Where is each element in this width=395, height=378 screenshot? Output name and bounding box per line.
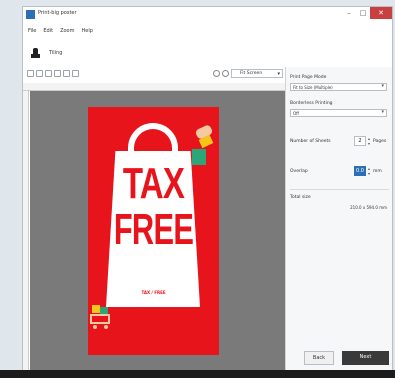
menu-edit[interactable]: Edit <box>43 25 53 37</box>
next-button[interactable]: Next <box>342 351 389 365</box>
taskbar-strip <box>0 370 395 378</box>
close-button[interactable]: ✕ <box>370 7 392 19</box>
rotate-icon[interactable] <box>45 69 52 77</box>
menu-bar: File Edit Zoom Help <box>23 25 100 37</box>
cart-wheel <box>104 325 108 329</box>
redo-icon[interactable] <box>36 69 43 77</box>
cart-box-yellow <box>92 305 100 313</box>
window-controls: – □ ✕ <box>342 7 392 21</box>
view-toolbar: Fit Screen <box>23 67 285 79</box>
menu-help[interactable]: Help <box>81 25 92 37</box>
maximize-button[interactable]: □ <box>356 7 370 19</box>
borderless-label: Borderless Printing <box>290 101 333 106</box>
settings-panel: Print Page Mode Fit to Size (Multiple) B… <box>285 67 392 377</box>
poster-text-tax: TAX <box>122 159 185 208</box>
total-size-value: 210.0 x 594.0 mm <box>350 205 387 210</box>
overlap-unit: mm <box>373 169 382 174</box>
app-window: Print-big poster – □ ✕ File Edit Zoom He… <box>22 6 393 378</box>
stamp-icon[interactable] <box>31 47 40 59</box>
reset-icon[interactable] <box>72 69 79 77</box>
overlap-spinner-arrows[interactable]: ▴ ▾ <box>367 166 371 176</box>
zoom-select[interactable]: Fit Screen <box>231 68 283 78</box>
ruler-horizontal <box>23 83 285 91</box>
title-bar: Print-big poster – □ ✕ <box>23 7 392 23</box>
flip-icon[interactable] <box>63 69 70 77</box>
panel-divider <box>290 189 389 190</box>
back-button[interactable]: Back <box>304 351 334 365</box>
menu-file[interactable]: File <box>28 25 36 37</box>
toolbar: Tiling <box>23 43 392 63</box>
poster-image[interactable]: TAX FREE TAX / FREE <box>88 107 219 355</box>
tiling-label: Tiling <box>49 50 63 56</box>
minimize-button[interactable]: – <box>342 7 356 19</box>
zoom-controls: Fit Screen <box>213 67 283 79</box>
borderless-select[interactable]: Off <box>290 109 387 117</box>
cart-basket <box>90 314 110 324</box>
cart-wheel <box>93 325 97 329</box>
app-icon <box>26 10 35 19</box>
preview-canvas[interactable]: TAX FREE TAX / FREE <box>30 91 285 377</box>
crop-icon[interactable] <box>54 69 61 77</box>
pages-unit: Pages <box>373 139 387 144</box>
page-mode-label: Print Page Mode <box>290 75 327 80</box>
poster-text-free: FREE <box>113 205 194 254</box>
zoom-in-icon[interactable] <box>222 69 229 77</box>
total-size-label: Total size <box>290 195 311 200</box>
poster-small-text: TAX / FREE <box>141 290 166 295</box>
menu-zoom[interactable]: Zoom <box>60 25 74 37</box>
pages-spinner-arrows[interactable]: ▴ ▾ <box>367 136 371 146</box>
overlap-spinner[interactable]: 0.0 <box>354 166 366 176</box>
undo-icon[interactable] <box>27 69 34 77</box>
pages-spinner[interactable]: 2 <box>354 136 366 146</box>
pages-label: Number of Sheets <box>290 139 331 144</box>
zoom-out-icon[interactable] <box>213 69 220 77</box>
shopping-cart-graphic <box>90 303 112 329</box>
window-title: Print-big poster <box>38 10 77 16</box>
ruler-vertical <box>23 91 29 377</box>
overlap-label: Overlap <box>290 169 308 174</box>
page-mode-select[interactable]: Fit to Size (Multiple) <box>290 83 387 91</box>
